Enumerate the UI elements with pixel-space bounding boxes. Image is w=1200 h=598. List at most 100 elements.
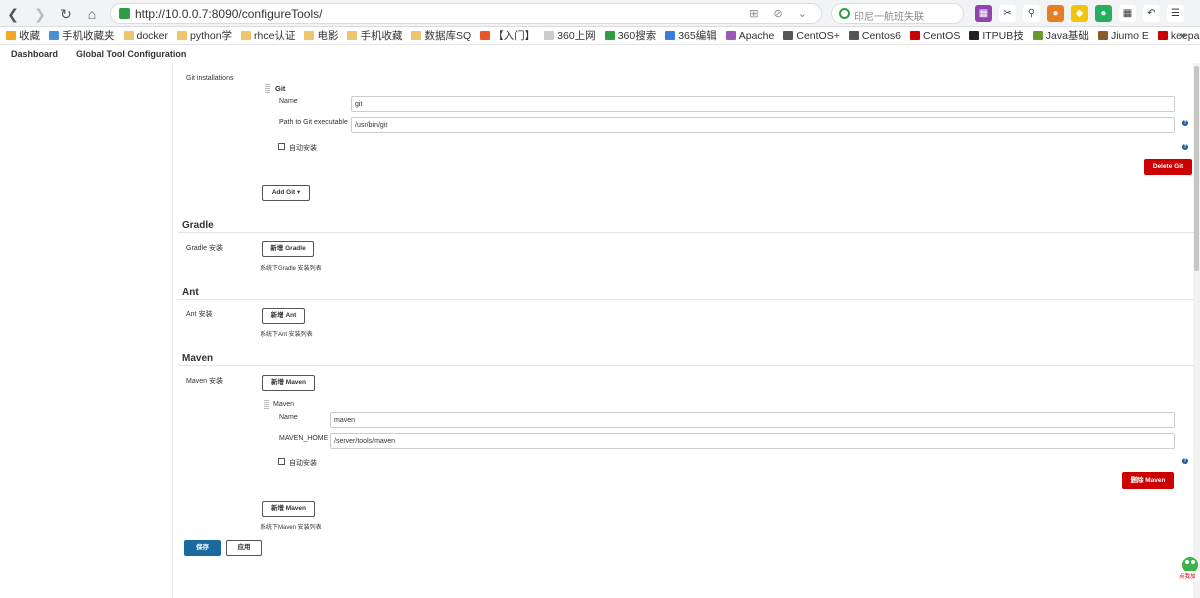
ant-hint: 系统下Ant 安装列表 <box>260 332 313 338</box>
help-icon[interactable]: ? <box>1182 120 1188 126</box>
help-icon[interactable]: ? <box>1182 144 1188 150</box>
add-maven-button-bottom[interactable]: 新增 Maven <box>262 501 315 517</box>
git-name-input[interactable]: git <box>351 96 1175 112</box>
bookmark-label: Centos6 <box>861 29 901 42</box>
bookmark-item[interactable]: CentOS <box>909 30 960 42</box>
scrollbar-thumb[interactable] <box>1194 66 1199 271</box>
divider <box>178 365 1194 366</box>
folder-icon <box>1157 31 1168 40</box>
bookmark-label: ITPUB技 <box>982 30 1024 42</box>
bookmark-item[interactable]: docker <box>123 29 169 42</box>
maven-install-label: Maven 安装 <box>186 378 223 385</box>
bookmark-item[interactable]: 手机收藏 <box>347 28 402 43</box>
delete-maven-button[interactable]: 删除 Maven <box>1122 472 1174 489</box>
add-ant-button[interactable]: 新增 Ant <box>262 308 305 324</box>
floating-badge[interactable]: 点我加 <box>1177 555 1200 581</box>
git-auto-install-label: 自动安装 <box>289 145 317 152</box>
bookmark-item[interactable]: rhce认证 <box>241 28 295 43</box>
game-icon[interactable]: ● <box>1047 5 1064 22</box>
bookmark-label: 数据库SQ <box>424 30 472 42</box>
maven-auto-install-checkbox[interactable] <box>278 458 285 465</box>
folder-icon <box>480 31 491 40</box>
bookmark-item[interactable]: python学 <box>177 28 232 43</box>
grid-icon[interactable]: ▦ <box>1119 5 1136 22</box>
bookmark-item[interactable]: 360搜索 <box>604 28 656 43</box>
bookmark-item[interactable]: Java基础 <box>1032 28 1089 43</box>
maven-home-input[interactable]: /server/tools/maven <box>330 433 1175 449</box>
shield-icon[interactable]: ◆ <box>1071 5 1088 22</box>
folder-icon <box>123 31 134 40</box>
bookmark-label: Jiumo E <box>1110 29 1149 42</box>
apps-icon[interactable]: ▦ <box>975 5 992 22</box>
bookmark-item[interactable]: keepaliv <box>1157 30 1200 42</box>
chat-icon[interactable]: ● <box>1095 5 1112 22</box>
drag-handle-icon[interactable] <box>265 84 270 93</box>
bookmark-item[interactable]: ITPUB技 <box>969 28 1024 43</box>
add-maven-button-top[interactable]: 新增 Maven <box>262 375 315 391</box>
home-icon[interactable]: ⌂ <box>83 5 101 23</box>
bookmark-item[interactable]: 【入门】 <box>480 28 535 43</box>
bookmarks-more-icon[interactable]: » <box>1180 29 1186 41</box>
breadcrumb-dashboard[interactable]: Dashboard <box>11 49 58 59</box>
search-input[interactable]: 印尼一航班失联 <box>854 8 924 23</box>
star-icon <box>6 31 16 40</box>
reload-icon[interactable]: ↻ <box>57 5 75 23</box>
git-auto-install-checkbox[interactable] <box>278 143 285 150</box>
folder-icon <box>969 31 980 40</box>
bookmark-item[interactable]: 数据库SQ <box>411 28 471 43</box>
folder-icon <box>241 31 252 40</box>
gradle-hint: 系统下Gradle 安装列表 <box>260 266 322 272</box>
gradle-section-title: Gradle <box>182 220 214 231</box>
bookmark-label: rhce认证 <box>254 30 296 42</box>
save-button[interactable]: 保存 <box>184 540 221 556</box>
help-icon[interactable]: ? <box>1182 458 1188 464</box>
forward-icon[interactable]: ❯ <box>31 5 49 23</box>
bookmark-item[interactable]: 365编辑 <box>665 28 717 43</box>
folder-icon <box>909 31 920 40</box>
bookmark-item[interactable]: 360上网 <box>544 28 596 43</box>
folder-icon <box>604 31 615 40</box>
search-engine-icon <box>839 8 850 19</box>
bookmark-label: 收藏 <box>19 30 40 42</box>
menu-icon[interactable]: ☰ <box>1167 5 1184 22</box>
drag-handle-icon[interactable] <box>264 400 269 409</box>
breadcrumb: Dashboard Global Tool Configuration <box>0 45 1200 63</box>
bookmark-label: 360上网 <box>557 30 596 42</box>
bookmark-item[interactable]: 手机收藏夹 <box>49 28 115 43</box>
delete-git-button[interactable]: Delete Git <box>1144 159 1192 175</box>
bookmark-item[interactable]: Centos6 <box>848 29 901 42</box>
folder-icon <box>725 31 736 40</box>
bookmark-label: docker <box>136 29 169 42</box>
maven-header: Maven <box>273 401 295 408</box>
bookmark-item[interactable]: Jiumo E <box>1097 29 1149 42</box>
git-path-input[interactable]: /usr/bin/git <box>351 117 1175 133</box>
breadcrumb-global-tool-configuration[interactable]: Global Tool Configuration <box>76 49 186 59</box>
address-bar[interactable]: http://10.0.0.7:8090/configureTools/ ⊞ ⊘… <box>110 3 822 24</box>
maven-name-label: Name <box>279 414 298 421</box>
gradle-install-label: Gradle 安装 <box>186 245 223 252</box>
bookmark-item[interactable]: CentOS+ <box>783 30 840 42</box>
search-box[interactable]: 印尼一航班失联 <box>831 3 964 24</box>
add-gradle-button[interactable]: 新增 Gradle <box>262 241 314 257</box>
add-git-button[interactable]: Add Git ▾ <box>262 185 310 201</box>
address-bar-icons[interactable]: ⊞ ⊘ ⌄ <box>749 7 813 20</box>
url-text[interactable]: http://10.0.0.7:8090/configureTools/ <box>135 7 322 21</box>
maven-name-input[interactable]: maven <box>330 412 1175 428</box>
bookmark-item[interactable]: Apache <box>725 30 774 42</box>
folder-icon <box>177 31 188 40</box>
cut-icon[interactable]: ✂ <box>999 5 1016 22</box>
ant-install-label: Ant 安装 <box>186 311 213 318</box>
bookmarks-bar: 收藏 手机收藏夹 docker python学 rhce认证 电影 手机收藏 数据库SQ 【入门… <box>0 27 1200 45</box>
bookmark-item[interactable]: 收藏 <box>6 28 40 43</box>
folder-icon <box>49 31 59 40</box>
maven-auto-install-label: 自动安装 <box>289 460 317 467</box>
magnifier-icon[interactable]: ⚲ <box>1023 5 1040 22</box>
maven-section-title: Maven <box>182 353 214 364</box>
undo-icon[interactable]: ↶ <box>1143 5 1160 22</box>
folder-icon <box>848 31 859 40</box>
back-icon[interactable]: ❮ <box>4 5 22 23</box>
apply-button[interactable]: 应用 <box>226 540 262 556</box>
bookmark-label: 365编辑 <box>678 30 717 42</box>
folder-icon <box>1097 31 1108 40</box>
bookmark-item[interactable]: 电影 <box>304 28 338 43</box>
